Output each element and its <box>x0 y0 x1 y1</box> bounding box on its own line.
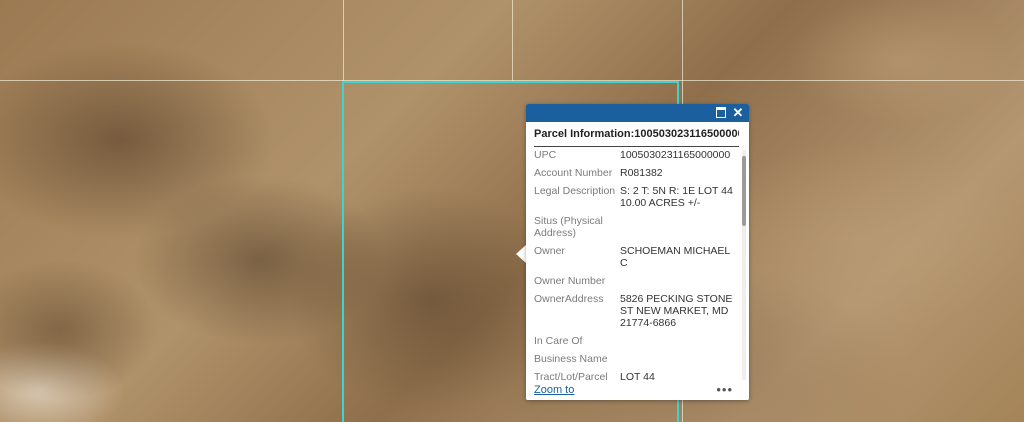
field-value: 1005030231165000000 <box>620 149 731 161</box>
popup-title: Parcel Information:1005030231165000000 <box>534 128 739 147</box>
close-icon[interactable]: ✕ <box>730 105 746 121</box>
satellite-map[interactable] <box>0 0 1024 422</box>
field-value: S: 2 T: 5N R: 1E LOT 44 10.00 ACRES +/- <box>620 185 733 209</box>
field-name: Legal Description <box>534 185 616 197</box>
field-value <box>620 335 739 353</box>
field-value <box>620 353 739 371</box>
attribute-row: In Care Of <box>534 335 739 353</box>
attribute-table: UPC 1005030231165000000 Account Number R… <box>534 149 739 383</box>
field-value <box>620 215 739 245</box>
popup-scrollbar[interactable] <box>742 150 746 380</box>
field-name: Situs (Physical Address) <box>534 215 603 239</box>
popup-pointer <box>516 245 526 263</box>
field-name: In Care Of <box>534 335 583 347</box>
parcel-popup: ✕ Parcel Information:1005030231165000000… <box>526 104 749 400</box>
attribute-row: UPC 1005030231165000000 <box>534 149 739 167</box>
attribute-row: Legal Description S: 2 T: 5N R: 1E LOT 4… <box>534 185 739 215</box>
field-value: SCHOEMAN MICHAEL C <box>620 245 730 269</box>
field-name: Business Name <box>534 353 608 365</box>
attribute-row: Owner Number <box>534 275 739 293</box>
popup-body[interactable]: UPC 1005030231165000000 Account Number R… <box>526 149 745 383</box>
field-name: UPC <box>534 149 557 161</box>
grid-line-v1 <box>343 0 344 81</box>
field-name: OwnerAddress <box>534 293 604 305</box>
popup-header: ✕ <box>526 104 749 122</box>
field-name: Account Number <box>534 167 613 179</box>
grid-line-v2 <box>512 0 513 81</box>
field-value <box>620 275 739 293</box>
attribute-row: Account Number R081382 <box>534 167 739 185</box>
attribute-row: Business Name <box>534 353 739 371</box>
attribute-row: Owner SCHOEMAN MICHAEL C <box>534 245 739 275</box>
zoom-to-link[interactable]: Zoom to <box>534 384 574 396</box>
scrollbar-thumb[interactable] <box>742 156 746 226</box>
maximize-icon[interactable] <box>713 105 729 121</box>
field-value: R081382 <box>620 167 663 179</box>
popup-footer: Zoom to ••• <box>526 382 749 400</box>
attribute-row: OwnerAddress 5826 PECKING STONE ST NEW M… <box>534 293 739 335</box>
field-name: Owner Number <box>534 275 606 287</box>
attribute-row: Situs (Physical Address) <box>534 215 739 245</box>
more-options-icon[interactable]: ••• <box>716 382 733 397</box>
field-value: 5826 PECKING STONE ST NEW MARKET, MD 217… <box>620 293 733 329</box>
field-name: Owner <box>534 245 565 257</box>
grid-line-v3 <box>682 0 683 81</box>
